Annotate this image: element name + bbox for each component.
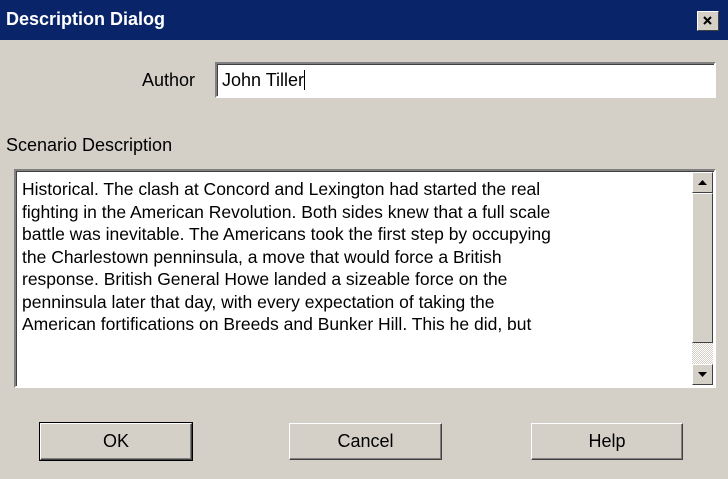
- close-button[interactable]: [697, 11, 719, 31]
- dialog-title: Description Dialog: [6, 9, 166, 29]
- scenario-description-label: Scenario Description: [6, 135, 173, 155]
- scroll-thumb[interactable]: [692, 193, 713, 343]
- scroll-down-button[interactable]: [692, 364, 713, 385]
- cancel-button[interactable]: Cancel: [289, 423, 442, 460]
- description-dialog: Description Dialog Author John Tiller Sc…: [0, 0, 728, 479]
- scroll-up-button[interactable]: [692, 172, 713, 193]
- scenario-description-textarea[interactable]: Historical. The clash at Concord and Lex…: [14, 169, 716, 388]
- scenario-description-text: Historical. The clash at Concord and Lex…: [22, 179, 551, 334]
- vertical-scrollbar[interactable]: [692, 172, 713, 385]
- author-input[interactable]: John Tiller: [215, 62, 716, 98]
- help-button[interactable]: Help: [531, 423, 683, 460]
- title-bar[interactable]: Description Dialog: [0, 0, 728, 40]
- scroll-track[interactable]: [692, 343, 713, 364]
- arrow-up-icon: [698, 180, 707, 185]
- ok-button[interactable]: OK: [39, 422, 193, 461]
- arrow-down-icon: [698, 372, 707, 377]
- author-value: John Tiller: [222, 70, 305, 90]
- author-label: Author: [142, 70, 196, 90]
- close-icon: [703, 16, 712, 25]
- text-caret: [304, 70, 306, 90]
